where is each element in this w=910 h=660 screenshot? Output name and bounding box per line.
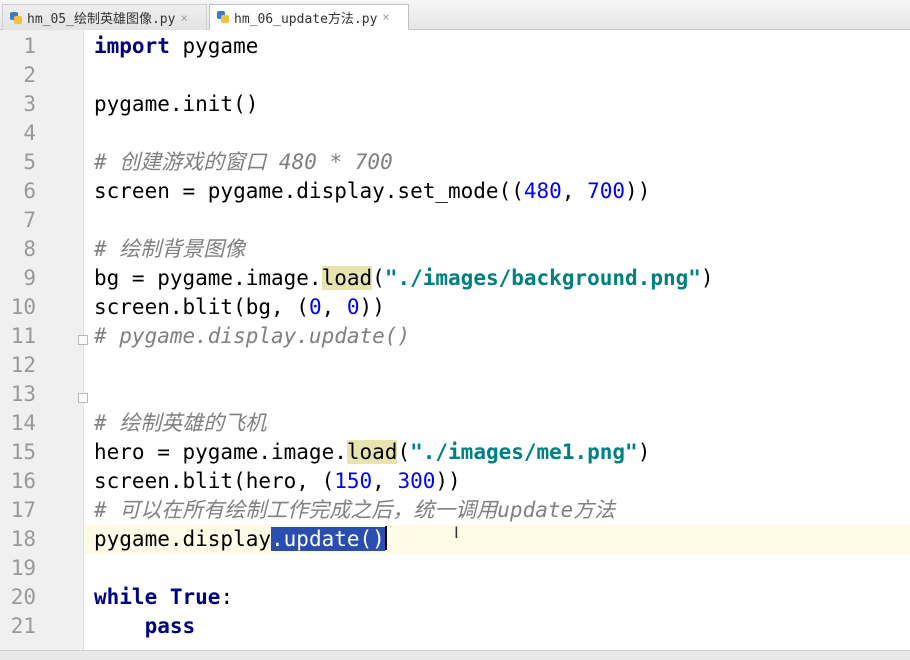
code-line[interactable]: screen = pygame.display.set_mode((480, 7…	[94, 177, 650, 206]
keyword: pass	[144, 614, 196, 638]
code-text: ))	[359, 295, 385, 319]
code-line[interactable]: screen.blit(bg, (0, 0))	[94, 293, 385, 322]
code-line[interactable]: screen.blit(hero, (150, 300))	[94, 467, 461, 496]
line-number: 17	[10, 498, 36, 522]
keyword: import	[94, 34, 170, 58]
number-literal: 700	[587, 179, 626, 203]
python-file-icon	[216, 10, 230, 24]
line-number: 11	[10, 324, 36, 348]
code-line[interactable]: # 创建游戏的窗口 480 * 700	[94, 148, 393, 177]
line-number: 20	[10, 585, 36, 609]
line-number: 4	[23, 121, 36, 145]
code-text: (	[397, 440, 411, 464]
code-text: screen.blit(bg, (	[94, 295, 309, 319]
code-line[interactable]: pass	[94, 612, 196, 641]
line-number: 14	[10, 411, 36, 435]
line-number-gutter[interactable]: 1 2 3 4 5 6 7 8 9 10 11 12 13 14 15 16 1…	[0, 30, 88, 660]
line-number: 13	[10, 382, 36, 406]
code-text: pygame	[169, 34, 259, 58]
number-literal: 150	[334, 469, 373, 493]
number-literal: 480	[523, 179, 562, 203]
string-literal: "./images/me1.png"	[410, 440, 638, 464]
text-caret	[384, 526, 387, 550]
code-line[interactable]: hero = pygame.image.load("./images/me1.p…	[94, 438, 650, 467]
number-literal: 0	[346, 295, 360, 319]
text-cursor-icon: I	[454, 523, 459, 542]
code-line[interactable]: bg = pygame.image.load("./images/backgro…	[94, 264, 714, 293]
editor-tab-bar: hm_05_绘制英雄图像.py × hm_06_update方法.py ×	[0, 0, 910, 30]
code-text: ,	[561, 179, 588, 203]
code-text: :	[220, 585, 234, 609]
code-line[interactable]: # 可以在所有绘制工作完成之后，统一调用update方法	[94, 496, 615, 525]
comment: # 创建游戏的窗口 480 * 700	[94, 150, 393, 174]
code-text: (	[372, 266, 385, 290]
code-line[interactable]: # 绘制英雄的飞机	[94, 409, 266, 438]
tab-label: hm_05_绘制英雄图像.py	[27, 12, 176, 27]
line-number: 5	[23, 150, 36, 174]
code-text: ,	[321, 295, 347, 319]
code-line[interactable]: # pygame.display.update()	[94, 322, 410, 351]
highlighted-function: load	[321, 266, 373, 290]
code-text: bg = pygame.image.	[94, 266, 322, 290]
code-text: hero = pygame.image.	[94, 440, 347, 464]
line-number: 15	[10, 440, 36, 464]
code-editor[interactable]: import pygame pygame.init() # 创建游戏的窗口 48…	[84, 30, 910, 660]
line-number: 16	[10, 469, 36, 493]
line-number: 7	[23, 208, 36, 232]
horizontal-scrollbar[interactable]	[0, 650, 910, 660]
code-line[interactable]: while True:	[94, 583, 233, 612]
close-icon[interactable]: ×	[382, 10, 389, 24]
code-line[interactable]: pygame.init()	[94, 90, 258, 119]
line-number: 19	[10, 556, 36, 580]
line-number: 18	[10, 527, 36, 551]
line-number: 2	[23, 63, 36, 87]
code-text: )	[637, 440, 651, 464]
code-line[interactable]: # 绘制背景图像	[94, 235, 245, 264]
code-text: screen = pygame.display.set_mode((	[94, 179, 524, 203]
code-text: pygame.init()	[94, 92, 259, 116]
code-line-current[interactable]: pygame.display.update()	[94, 525, 387, 554]
highlighted-function: load	[346, 440, 398, 464]
line-number: 21	[10, 614, 36, 638]
number-literal: 300	[397, 469, 436, 493]
comment: # 可以在所有绘制工作完成之后，统一调用update方法	[94, 498, 616, 522]
keyword: while	[94, 585, 158, 609]
line-number: 10	[10, 295, 36, 319]
line-number: 3	[23, 92, 36, 116]
python-file-icon	[9, 11, 23, 25]
line-number: 8	[23, 237, 36, 261]
comment: # pygame.display.update()	[94, 324, 411, 348]
line-number: 12	[10, 353, 36, 377]
tab-label: hm_06_update方法.py	[234, 11, 378, 27]
code-text: pygame.display	[94, 527, 272, 551]
line-number: 6	[23, 179, 36, 203]
line-number: 9	[23, 266, 36, 290]
code-line[interactable]: import pygame	[94, 32, 258, 61]
string-literal: "./images/background.png"	[384, 266, 701, 290]
close-icon[interactable]: ×	[180, 11, 187, 25]
line-number: 1	[23, 34, 36, 58]
code-text: ,	[372, 469, 398, 493]
tab-hm05[interactable]: hm_05_绘制英雄图像.py ×	[2, 4, 207, 30]
comment: # 绘制背景图像	[94, 237, 246, 261]
tab-hm06[interactable]: hm_06_update方法.py ×	[209, 4, 409, 30]
comment: # 绘制英雄的飞机	[94, 411, 267, 435]
keyword: True	[169, 585, 221, 609]
selected-text: .update()	[271, 527, 385, 551]
code-text: ))	[435, 469, 461, 493]
code-text: )	[700, 266, 714, 290]
code-text: ))	[625, 179, 651, 203]
code-text: screen.blit(hero, (	[94, 469, 335, 493]
number-literal: 0	[308, 295, 322, 319]
